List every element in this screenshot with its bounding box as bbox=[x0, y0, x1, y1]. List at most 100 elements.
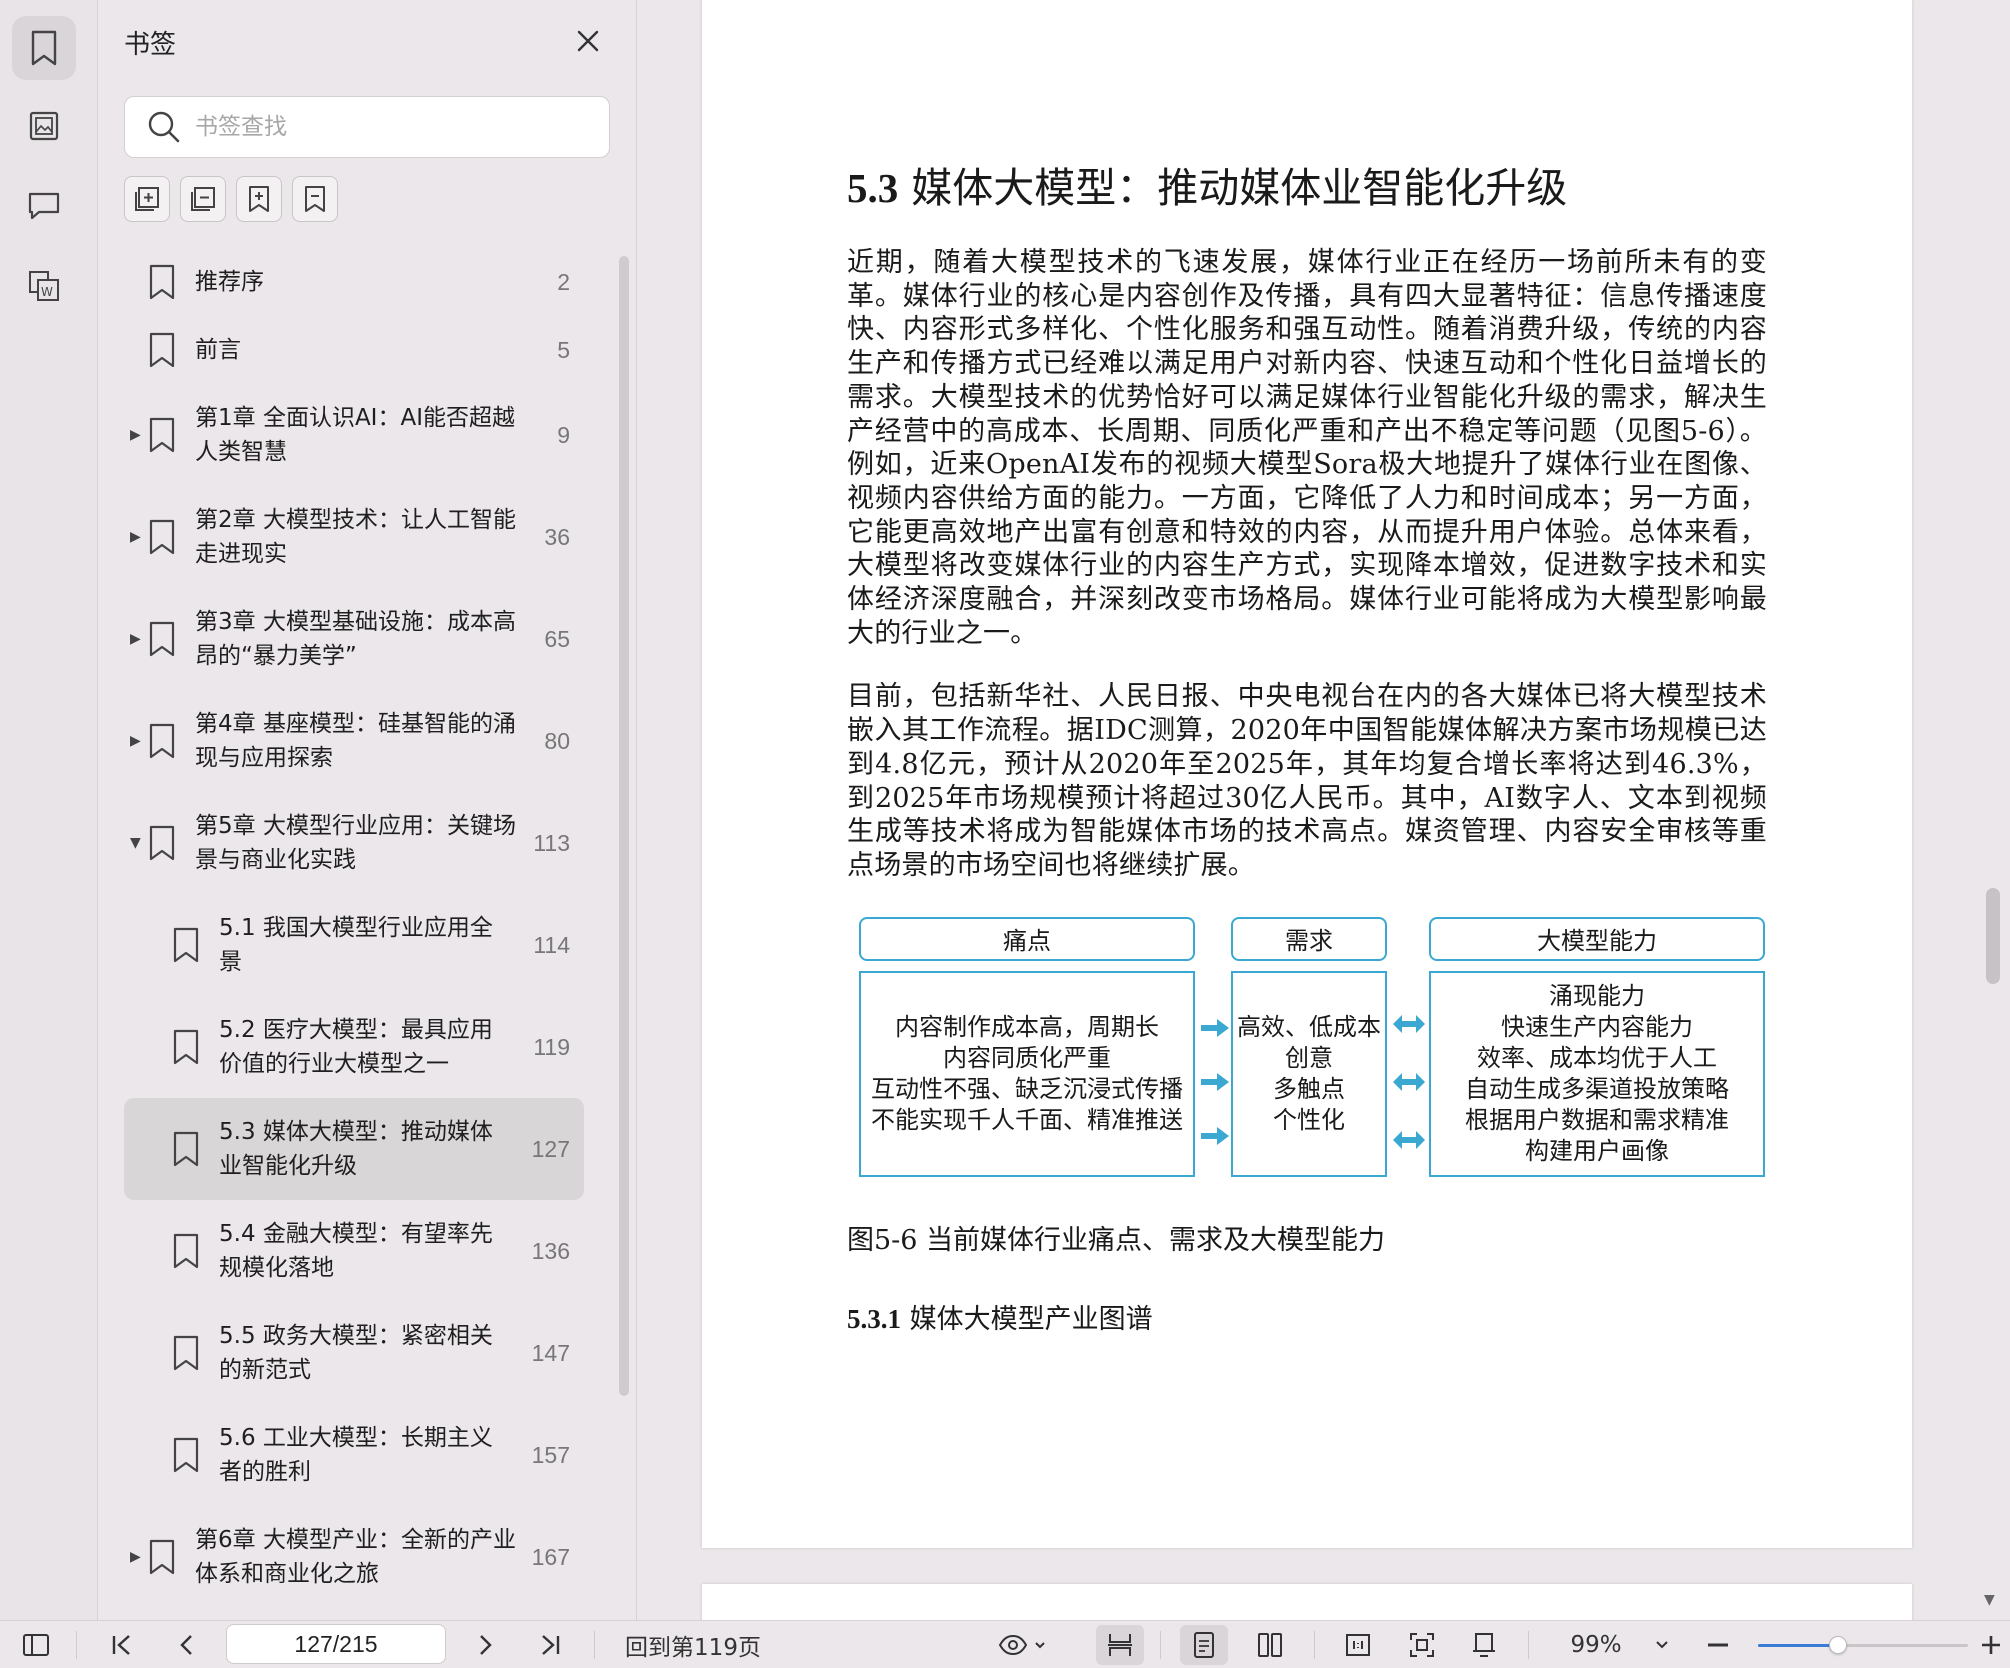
arrow-bidirectional-icon bbox=[1393, 1072, 1425, 1091]
caret-right-icon[interactable]: ▶ bbox=[130, 427, 144, 443]
bookmark-item[interactable]: 5.5 政务大模型：紧密相关的新范式 147 bbox=[124, 1302, 584, 1404]
panel-scrollbar[interactable] bbox=[619, 256, 629, 1396]
bookmark-page-number: 136 bbox=[531, 1237, 570, 1264]
first-page-icon bbox=[112, 1635, 130, 1655]
bookmark-label: 第1章 全面认识AI：AI能否超越人类智慧 bbox=[195, 405, 515, 465]
bookmark-item[interactable]: ▶ 第1章 全面认识AI：AI能否超越人类智慧 9 bbox=[124, 384, 584, 486]
bookmark-item[interactable]: ▼ 第5章 大模型行业应用：关键场景与商业化实践 113 bbox=[124, 792, 584, 894]
bookmark-item[interactable]: 推荐序 2 bbox=[124, 248, 584, 316]
figure-box-capabilities: 涌现能力 快速生产内容能力 效率、成本均优于人工 自动生成多渠道投放策略 根据用… bbox=[1429, 970, 1765, 1177]
two-page-button[interactable] bbox=[1246, 1621, 1294, 1668]
remove-bookmark-button[interactable] bbox=[292, 176, 338, 222]
arrow-right-icon bbox=[1201, 1126, 1229, 1145]
bookmark-icon bbox=[148, 621, 176, 657]
attachment-doc-icon: W bbox=[29, 271, 59, 301]
arrow-right-icon bbox=[1201, 1018, 1229, 1037]
figure-line: 构建用户画像 bbox=[1525, 1136, 1669, 1165]
figure-line: 涌现能力 bbox=[1549, 981, 1645, 1010]
zoom-slider-fill bbox=[1758, 1644, 1838, 1647]
fit-width-button[interactable] bbox=[1096, 1625, 1144, 1665]
bookmark-item[interactable]: ▶ 第2章 大模型技术：让人工智能走进现实 36 bbox=[124, 486, 584, 588]
scroll-down-icon[interactable]: ▼ bbox=[1984, 1592, 1995, 1608]
bookmark-item[interactable]: ▶ 第3章 大模型基础设施：成本高昂的“暴力美学” 65 bbox=[124, 588, 584, 690]
bookmark-label: 5.4 金融大模型：有望率先规模化落地 bbox=[219, 1221, 493, 1281]
bookmark-item[interactable]: 5.6 工业大模型：长期主义者的胜利 157 bbox=[124, 1404, 584, 1506]
caret-down-icon[interactable]: ▼ bbox=[130, 835, 144, 851]
presentation-button[interactable] bbox=[1460, 1621, 1508, 1668]
bookmark-page-number: 119 bbox=[533, 1033, 570, 1060]
bookmark-item[interactable]: ▶ 第4章 基座模型：硅基智能的涌现与应用探索 80 bbox=[124, 690, 584, 792]
bookmark-item[interactable]: 5.1 我国大模型行业应用全景 114 bbox=[124, 894, 584, 996]
page-number-input[interactable] bbox=[226, 1624, 446, 1664]
figure-line: 效率、成本均优于人工 bbox=[1477, 1043, 1717, 1072]
thumbnail-panel-button[interactable] bbox=[12, 94, 76, 158]
actual-size-button[interactable] bbox=[1334, 1621, 1382, 1668]
figure-header-needs: 需求 bbox=[1231, 916, 1387, 961]
bookmark-item[interactable]: 5.4 金融大模型：有望率先规模化落地 136 bbox=[124, 1200, 584, 1302]
figure-box-needs: 高效、低成本 创意 多触点 个性化 bbox=[1231, 970, 1387, 1177]
bookmark-page-number: 9 bbox=[557, 421, 570, 448]
bookmark-icon bbox=[172, 1029, 200, 1065]
bookmark-tools bbox=[124, 176, 338, 222]
bookmark-page-number: 114 bbox=[533, 931, 570, 958]
toggle-sidebar-button[interactable] bbox=[14, 1621, 58, 1668]
bookmark-add-icon bbox=[249, 186, 269, 212]
expand-all-button[interactable] bbox=[124, 176, 170, 222]
figure-line: 自动生成多渠道投放策略 bbox=[1465, 1074, 1729, 1103]
bookmark-label: 5.1 我国大模型行业应用全景 bbox=[219, 915, 493, 975]
zoom-in-button[interactable] bbox=[1976, 1621, 2006, 1668]
document-page: 5.3 媒体大模型：推动媒体业智能化升级 近期，随着大模型技术的飞速发展，媒体行… bbox=[702, 0, 1912, 1548]
bookmark-icon bbox=[148, 332, 176, 368]
bookmark-icon bbox=[148, 1539, 176, 1575]
bookmark-icon bbox=[148, 825, 176, 861]
first-page-button[interactable] bbox=[100, 1621, 144, 1668]
document-scrollbar[interactable] bbox=[1986, 888, 2000, 984]
add-bookmark-button[interactable] bbox=[236, 176, 282, 222]
zoom-out-button[interactable] bbox=[1700, 1621, 1736, 1668]
close-panel-button[interactable] bbox=[571, 24, 605, 58]
eye-icon bbox=[998, 1634, 1028, 1656]
separator bbox=[76, 1631, 77, 1659]
bookmark-label: 5.5 政务大模型：紧密相关的新范式 bbox=[219, 1323, 493, 1383]
attachments-panel-button[interactable]: W bbox=[12, 254, 76, 318]
zoom-dropdown[interactable] bbox=[1646, 1621, 1678, 1668]
bookmark-page-number: 2 bbox=[557, 268, 570, 295]
section-title: 媒体大模型：推动媒体业智能化升级 bbox=[911, 164, 1568, 212]
presentation-icon bbox=[1473, 1633, 1495, 1657]
collapse-all-button[interactable] bbox=[180, 176, 226, 222]
bookmark-label: 第3章 大模型基础设施：成本高昂的“暴力美学” bbox=[195, 609, 516, 669]
next-page-button[interactable] bbox=[464, 1621, 508, 1668]
bookmark-label: 5.6 工业大模型：长期主义者的胜利 bbox=[219, 1425, 493, 1485]
bookmark-icon bbox=[172, 1131, 200, 1167]
single-page-button[interactable] bbox=[1180, 1625, 1228, 1665]
fit-page-button[interactable] bbox=[1398, 1621, 1446, 1668]
caret-right-icon[interactable]: ▶ bbox=[130, 529, 144, 545]
sidebar-icon bbox=[23, 1634, 49, 1656]
back-to-page-link[interactable]: 回到第119页 bbox=[618, 1621, 768, 1668]
bookmark-item[interactable]: 5.3 媒体大模型：推动媒体业智能化升级 127 bbox=[124, 1098, 584, 1200]
actual-size-icon bbox=[1346, 1634, 1370, 1656]
caret-right-icon[interactable]: ▶ bbox=[130, 631, 144, 647]
bookmark-search[interactable] bbox=[124, 96, 610, 158]
caret-right-icon[interactable]: ▶ bbox=[130, 733, 144, 749]
paragraph-2: 目前，包括新华社、人民日报、中央电视台在内的各大媒体已将大模型技术嵌入其工作流程… bbox=[847, 681, 1767, 881]
bookmark-panel-button[interactable] bbox=[12, 16, 76, 80]
zoom-slider[interactable] bbox=[1758, 1636, 1968, 1654]
caret-right-icon[interactable]: ▶ bbox=[130, 1549, 144, 1565]
figure-box-pain-points: 内容制作成本高，周期长 内容同质化严重 互动性不强、缺乏沉浸式传播 不能实现千人… bbox=[859, 970, 1195, 1177]
comments-panel-button[interactable] bbox=[12, 174, 76, 238]
bookmark-item[interactable]: 前言 5 bbox=[124, 316, 584, 384]
figure-line: 创意 bbox=[1285, 1043, 1333, 1072]
subsection-title: 媒体大模型产业图谱 bbox=[909, 1303, 1153, 1335]
previous-page-button[interactable] bbox=[164, 1621, 208, 1668]
view-mode-dropdown[interactable] bbox=[990, 1621, 1054, 1668]
bookmark-item[interactable]: ▶ 第6章 大模型产业：全新的产业体系和商业化之旅 167 bbox=[124, 1506, 584, 1608]
bookmark-item[interactable]: 5.2 医疗大模型：最具应用价值的行业大模型之一 119 bbox=[124, 996, 584, 1098]
zoom-slider-handle[interactable] bbox=[1828, 1636, 1847, 1654]
bookmark-icon bbox=[148, 417, 176, 453]
search-input[interactable] bbox=[195, 114, 595, 140]
bookmark-page-number: 65 bbox=[544, 625, 570, 652]
subsection-heading: 5.3.1 媒体大模型产业图谱 bbox=[847, 1301, 1767, 1338]
bookmark-page-number: 167 bbox=[531, 1543, 570, 1570]
last-page-button[interactable] bbox=[528, 1621, 572, 1668]
